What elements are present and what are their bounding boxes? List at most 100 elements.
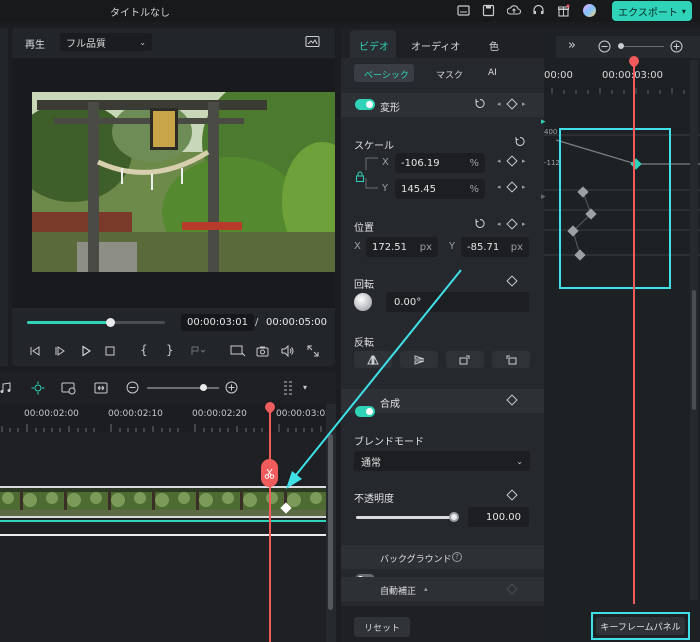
zoom-slider-track[interactable]	[147, 387, 219, 389]
position-y-value: -85.71	[467, 241, 500, 253]
next-keyframe-icon[interactable]: ▸	[522, 157, 526, 165]
rotate-right-button[interactable]	[446, 351, 484, 368]
opacity-slider-handle[interactable]	[449, 512, 459, 522]
mark-in-icon[interactable]: {	[140, 343, 148, 357]
rotate-counterclockwise-icon	[506, 355, 517, 364]
window-title: タイトルなし	[110, 8, 170, 19]
ruler-label: 00:00:02:20	[192, 409, 247, 419]
position-y-input[interactable]: -85.71 px	[461, 237, 529, 257]
keyframe-scrollbar-thumb[interactable]	[692, 290, 696, 410]
mark-out-icon[interactable]: }	[166, 343, 174, 357]
tab-video[interactable]: ビデオ	[359, 38, 389, 53]
opacity-label: 不透明度	[354, 494, 394, 505]
snap-icon[interactable]	[94, 381, 108, 395]
rotation-input[interactable]: 0.00°	[386, 292, 529, 312]
avatar[interactable]	[583, 4, 596, 17]
display-render-icon[interactable]	[230, 345, 246, 357]
keyframe-zoom-handle[interactable]	[618, 43, 624, 49]
chevron-down-icon[interactable]: ▾	[303, 383, 307, 392]
prev-keyframe-icon[interactable]: ◂	[497, 220, 501, 228]
prev-keyframe-icon[interactable]: ◂	[497, 157, 501, 165]
chevron-down-icon: ⌄	[516, 456, 523, 466]
flip-horizontal-button[interactable]	[354, 351, 392, 368]
timeline-scrollbar-track[interactable]	[326, 404, 336, 642]
audio-track-icon[interactable]	[0, 382, 12, 394]
auto-correct-label: 自動補正	[380, 587, 417, 597]
play-icon[interactable]	[80, 345, 92, 357]
fullscreen-icon[interactable]	[307, 345, 319, 357]
next-keyframe-icon[interactable]: ▸	[522, 220, 526, 228]
timeline-scrollbar-thumb[interactable]	[328, 434, 333, 610]
playback-scrubber-handle[interactable]	[105, 318, 115, 327]
keyframe-playhead[interactable]	[633, 58, 635, 604]
cloud-upload-icon[interactable]	[507, 4, 521, 17]
save-icon[interactable]	[482, 4, 495, 17]
export-button-label: エクスポート	[618, 7, 678, 19]
insert-marker-icon[interactable]	[190, 345, 206, 357]
preview-render-icon[interactable]	[61, 381, 77, 395]
position-x-input[interactable]: 172.51 px	[366, 237, 438, 257]
collapse-panel-icon[interactable]: »	[568, 38, 576, 53]
keyframe-panel-button[interactable]: キーフレームパネル	[596, 617, 685, 635]
prev-frame-icon[interactable]	[29, 345, 41, 357]
quality-select[interactable]: フル品質 ⌄	[60, 33, 152, 51]
transform-toggle[interactable]	[355, 99, 375, 110]
timeline-playhead[interactable]	[269, 404, 271, 642]
tab-audio[interactable]: オーディオ	[411, 38, 460, 53]
gift-box-icon[interactable]	[557, 4, 570, 17]
volume-icon[interactable]	[281, 345, 295, 357]
prev-keyframe-icon[interactable]: ◂	[497, 183, 501, 191]
subtab-mask[interactable]: マスク	[436, 68, 463, 81]
video-clip[interactable]	[0, 486, 326, 518]
help-icon[interactable]: ?	[452, 552, 462, 562]
zoom-out-icon[interactable]	[598, 40, 611, 53]
export-button[interactable]: エクスポート ▾	[612, 1, 692, 21]
tab-color[interactable]: 色	[489, 38, 499, 53]
scale-y-input[interactable]: 145.45 %	[395, 179, 485, 199]
blend-mode-select[interactable]: 通常 ⌄	[354, 451, 530, 471]
reset-circle-arrow-icon[interactable]	[474, 218, 486, 230]
zoom-slider-handle[interactable]	[200, 384, 207, 391]
split-scissors-button[interactable]	[261, 459, 278, 487]
next-frame-icon[interactable]	[54, 345, 66, 357]
timecode-separator: /	[255, 317, 259, 328]
playback-progress-track[interactable]	[27, 321, 165, 324]
next-keyframe-icon[interactable]: ▸	[522, 183, 526, 191]
reset-circle-arrow-icon[interactable]	[514, 136, 526, 148]
subtab-ai[interactable]: AI	[488, 68, 497, 78]
rotation-dial[interactable]	[354, 293, 372, 311]
stop-icon[interactable]	[104, 345, 116, 357]
scale-y-label: Y	[382, 183, 389, 194]
flip-vertical-button[interactable]	[400, 351, 438, 368]
total-duration: 00:00:05:00	[266, 317, 328, 328]
rotation-value: 0.00°	[394, 296, 422, 308]
reset-circle-arrow-icon[interactable]	[474, 98, 486, 110]
layout-icon[interactable]	[457, 4, 470, 17]
snapshot-image-icon[interactable]	[305, 35, 320, 48]
reset-button[interactable]: リセット	[354, 617, 410, 637]
keyframe-scrollbar-track[interactable]	[690, 60, 698, 600]
opacity-slider-track[interactable]	[356, 516, 454, 519]
support-headset-icon[interactable]	[532, 4, 545, 17]
keyframe-zoom-track[interactable]	[622, 46, 664, 47]
chevron-up-icon[interactable]: ▴	[424, 585, 428, 593]
ai-sparkle-icon[interactable]	[31, 381, 45, 395]
opacity-input[interactable]: 100.00	[468, 507, 529, 527]
zoom-in-icon[interactable]	[670, 40, 683, 53]
zoom-in-icon[interactable]	[225, 381, 238, 394]
position-label: 位置	[354, 223, 374, 234]
camera-snapshot-icon[interactable]	[256, 345, 269, 357]
title-bar: タイトルなし エクスポート ▾	[0, 0, 700, 22]
scale-y-value: 145.45	[401, 183, 436, 195]
subtab-basic[interactable]: ベーシック	[364, 68, 409, 81]
blend-mode-value: 通常	[361, 457, 381, 469]
scale-x-input[interactable]: -106.19 %	[395, 153, 485, 173]
lock-icon[interactable]	[355, 171, 365, 182]
zoom-out-icon[interactable]	[126, 381, 139, 394]
composite-toggle[interactable]	[355, 406, 375, 417]
transform-label: 変形	[380, 103, 400, 114]
rotate-left-button[interactable]	[492, 351, 530, 368]
prev-keyframe-icon[interactable]: ◂	[497, 100, 501, 108]
track-grid-icon[interactable]	[283, 380, 295, 396]
next-keyframe-icon[interactable]: ▸	[522, 100, 526, 108]
